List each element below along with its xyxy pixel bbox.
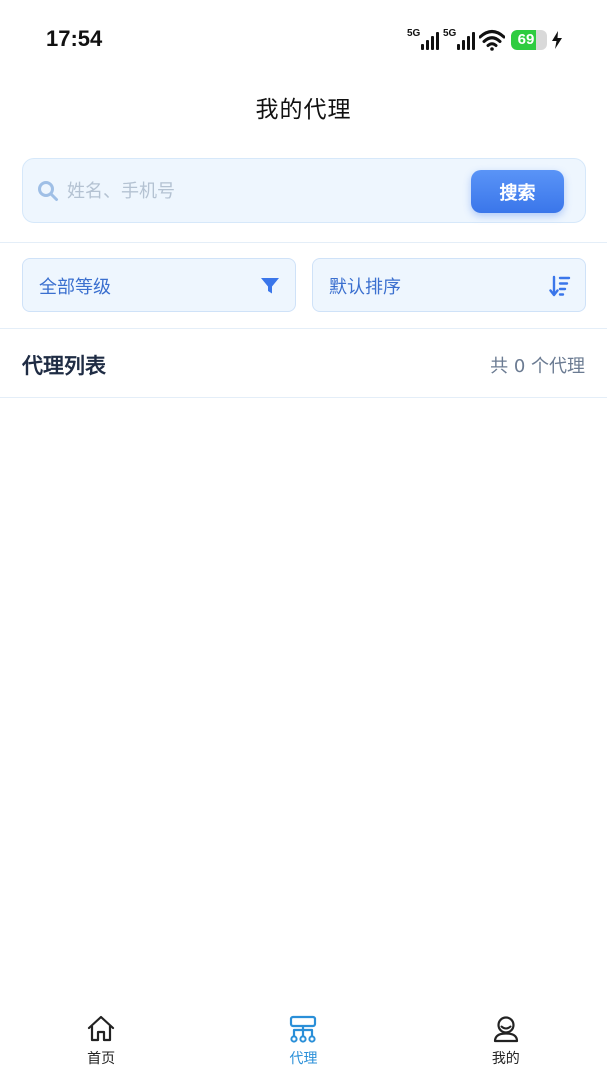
page-title: 我的代理 — [255, 97, 352, 123]
status-time: 17:54 — [46, 26, 103, 51]
divider — [0, 242, 607, 243]
search-input[interactable] — [67, 171, 457, 211]
tab-profile-label: 我的 — [491, 1051, 520, 1067]
tab-bar: 首页 代理 我的 — [0, 1000, 607, 1080]
signal-icon: 5G — [407, 28, 439, 52]
battery-icon: 69 — [511, 30, 547, 50]
wifi-icon — [479, 30, 505, 51]
level-filter-label: 全部等级 — [39, 277, 111, 298]
network-type-label: 5G — [407, 28, 421, 39]
status-icons: 5G 5G 69 — [407, 26, 563, 54]
status-bar: 17:54 5G 5G 69 — [0, 0, 607, 80]
tab-agents[interactable]: 代理 — [202, 1000, 404, 1080]
tab-profile[interactable]: 我的 — [405, 1000, 607, 1080]
home-icon — [88, 1015, 115, 1042]
tab-home-label: 首页 — [87, 1051, 116, 1067]
tab-agents-label: 代理 — [289, 1051, 318, 1067]
sort-label: 默认排序 — [329, 277, 401, 298]
search-button[interactable]: 搜索 — [471, 170, 564, 213]
agent-count: 共 0 个代理 — [490, 356, 585, 377]
sort-icon — [549, 275, 571, 297]
divider — [0, 328, 607, 329]
filter-icon — [261, 278, 279, 294]
agent-list — [0, 398, 607, 998]
search-icon — [38, 181, 58, 201]
tab-home[interactable]: 首页 — [0, 1000, 202, 1080]
level-filter-dropdown[interactable]: 全部等级 — [22, 258, 296, 312]
signal-icon: 5G — [443, 28, 475, 52]
agent-network-icon — [290, 1015, 317, 1043]
list-title: 代理列表 — [22, 354, 106, 378]
sort-dropdown[interactable]: 默认排序 — [312, 258, 586, 312]
charging-icon — [552, 31, 562, 49]
profile-icon — [493, 1016, 518, 1043]
battery-level: 69 — [517, 31, 535, 48]
network-type-label: 5G — [443, 28, 457, 39]
search-bar: 搜索 — [22, 158, 586, 223]
screen: 17:54 5G 5G 69 我的代理 姓名、手机号 搜索 全部等级 默认排序 … — [0, 0, 607, 1080]
